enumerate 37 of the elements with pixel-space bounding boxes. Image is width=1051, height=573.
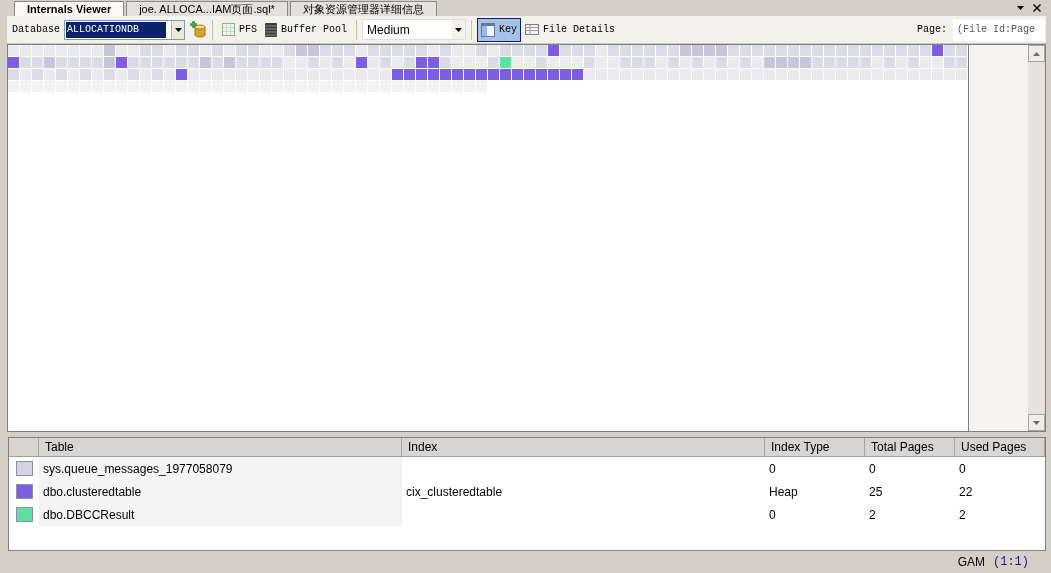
- scroll-up-button[interactable]: [1028, 45, 1045, 62]
- table-icon: [525, 24, 540, 35]
- column-header[interactable]: Index: [402, 438, 765, 456]
- size-dropdown[interactable]: Medium: [362, 19, 467, 40]
- document-tab[interactable]: joe. ALLOCA...IAM页面.sql*: [126, 1, 288, 16]
- dropdown-button[interactable]: [452, 20, 466, 39]
- caret-icon: [455, 27, 463, 32]
- table-cell: sys.queue_messages_1977058079: [39, 457, 402, 480]
- document-tab[interactable]: 对象资源管理器详细信息: [289, 1, 437, 16]
- buffer-pool-button[interactable]: Buffer Pool: [261, 17, 352, 42]
- column-header[interactable]: Index Type: [765, 438, 865, 456]
- grid-icon: [222, 23, 235, 36]
- pfs-button[interactable]: PFS: [218, 17, 262, 42]
- map-type-label: GAM: [957, 554, 985, 571]
- up-arrow-icon: [1033, 51, 1040, 56]
- database-label: Database: [12, 23, 60, 37]
- key-button[interactable]: Key: [477, 17, 522, 42]
- chip-icon: [265, 22, 278, 37]
- column-header[interactable]: Used Pages: [955, 438, 1045, 456]
- database-combobox[interactable]: ALLOCATIONDB: [64, 19, 185, 40]
- caret-icon: [174, 27, 182, 32]
- file-details-button[interactable]: File Details: [521, 17, 620, 42]
- page-address: (1:1): [993, 554, 1029, 571]
- page-field[interactable]: (File Id:Page: [953, 18, 1045, 41]
- column-header[interactable]: Table: [39, 438, 402, 456]
- down-arrow-icon: [1033, 420, 1040, 425]
- document-tab[interactable]: Internals Viewer: [14, 1, 125, 16]
- dropdown-button[interactable]: [171, 20, 184, 39]
- database-plus-icon[interactable]: [190, 21, 207, 38]
- table-cell: dbo.DBCCResult: [39, 503, 402, 526]
- scroll-down-button[interactable]: [1028, 414, 1045, 431]
- close-icon[interactable]: [1033, 4, 1041, 12]
- caret-icon[interactable]: [1017, 6, 1024, 10]
- page-label: Page:: [917, 23, 947, 37]
- column-header[interactable]: Total Pages: [865, 438, 955, 456]
- window-icon: [481, 22, 496, 37]
- table-cell: dbo.clusteredtable: [39, 480, 402, 503]
